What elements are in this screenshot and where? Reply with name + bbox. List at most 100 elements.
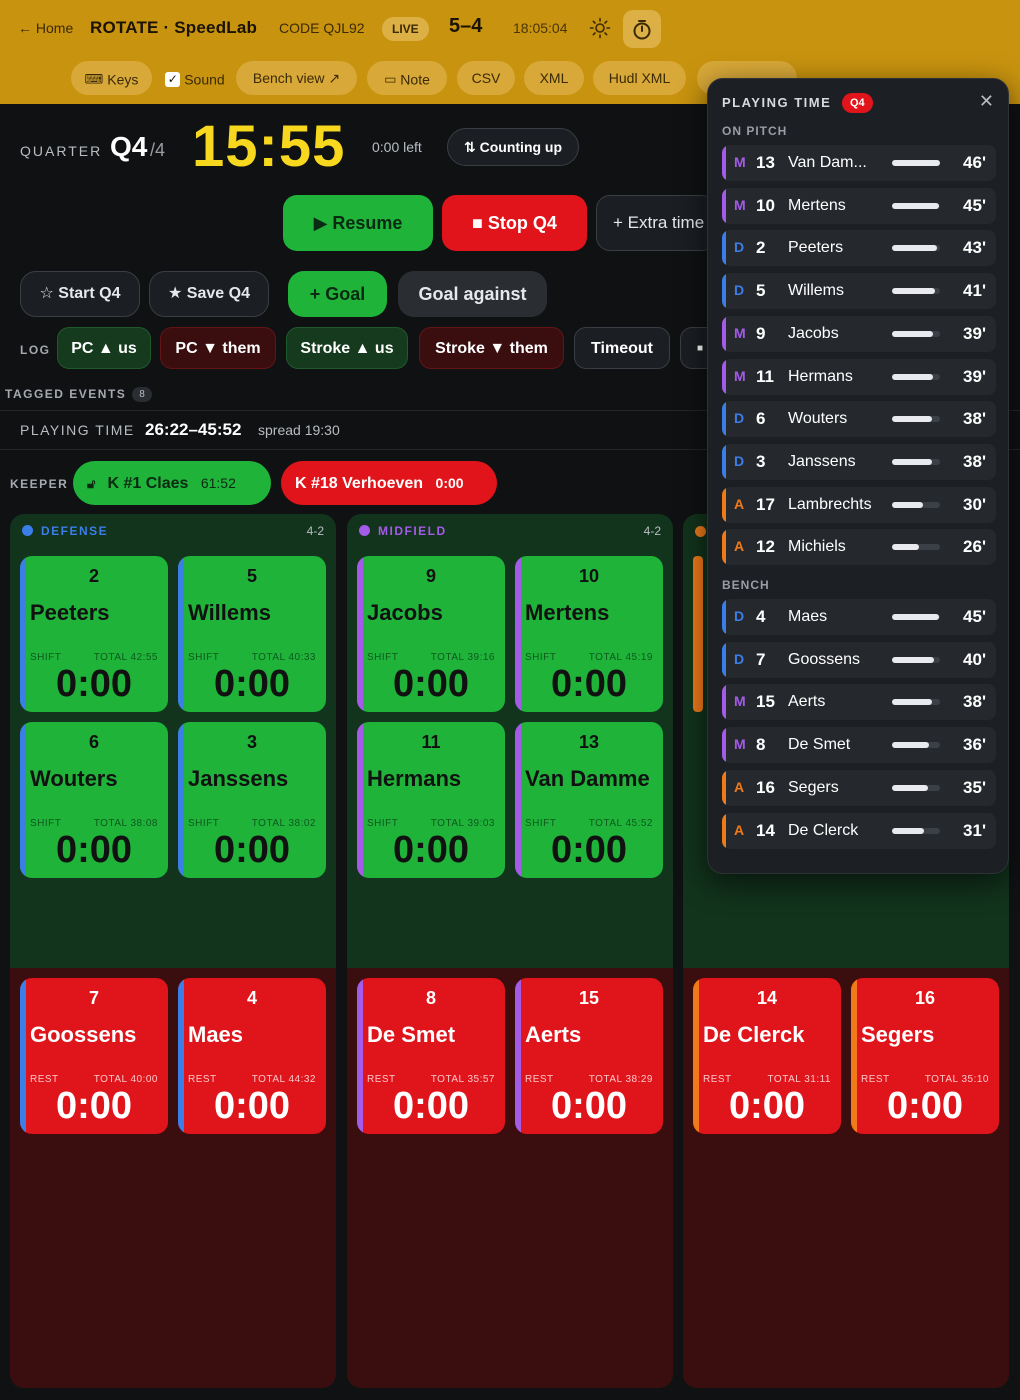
keeper-active-time: 61:52: [200, 475, 236, 491]
goal-button[interactable]: + Goal: [288, 271, 387, 317]
total-time: TOTAL 35:57: [430, 1074, 495, 1085]
note-button[interactable]: ▭ Note: [367, 61, 447, 95]
keys-button[interactable]: ⌨ Keys: [71, 61, 152, 95]
panel-title: MIDFIELD: [359, 524, 447, 538]
playing-time-row[interactable]: D 7 Goossens 40': [722, 641, 996, 678]
position-stripe: [722, 401, 726, 438]
extra-time-button[interactable]: + Extra time: [596, 195, 716, 251]
playing-time-row[interactable]: M 11 Hermans 39': [722, 358, 996, 395]
total-time: TOTAL 38:02: [251, 818, 316, 829]
hudl-xml-button[interactable]: Hudl XML: [593, 61, 686, 95]
position-code: D: [734, 239, 745, 256]
bench-player-card[interactable]: 15 Aerts REST TOTAL 38:29 0:00: [515, 978, 663, 1134]
on-pitch-player-card[interactable]: 3 Janssens SHIFT TOTAL 38:02 0:00: [178, 722, 326, 878]
bench-player-card[interactable]: 7 Goossens REST TOTAL 40:00 0:00: [20, 978, 168, 1134]
playing-time-bar-fill: [892, 742, 929, 749]
playing-time-row[interactable]: M 15 Aerts 38': [722, 684, 996, 721]
close-icon[interactable]: ✕: [979, 91, 994, 112]
position-code: D: [734, 282, 745, 299]
player-name: De Clerck: [703, 1022, 805, 1047]
playing-time-row[interactable]: D 4 Maes 45': [722, 599, 996, 635]
playing-time-row[interactable]: D 6 Wouters 38': [722, 401, 996, 438]
save-quarter-button[interactable]: ★ Save Q4: [149, 271, 269, 317]
bench-player-card[interactable]: 8 De Smet REST TOTAL 35:57 0:00: [357, 978, 505, 1134]
keeper-active-chip[interactable]: 🔓︎ K #1 Claes 61:52: [73, 461, 271, 505]
log-stroke-them-button[interactable]: Stroke ▼ them: [419, 327, 564, 369]
log-pc-us-button[interactable]: PC ▲ us: [57, 327, 151, 369]
on-pitch-player-card[interactable]: 6 Wouters SHIFT TOTAL 38:08 0:00: [20, 722, 168, 878]
player-name: Willems: [788, 282, 844, 300]
log-stroke-us-button[interactable]: Stroke ▲ us: [286, 327, 408, 369]
counting-up-toggle[interactable]: ⇅ Counting up: [447, 128, 580, 166]
shift-label: SHIFT: [188, 652, 220, 663]
playing-time-row[interactable]: M 13 Van Dam... 46': [722, 145, 996, 181]
on-pitch-player-card[interactable]: 10 Mertens SHIFT TOTAL 45:19 0:00: [515, 556, 663, 712]
home-link[interactable]: ← Home: [18, 20, 73, 36]
stop-quarter-button[interactable]: ■ Stop Q4: [442, 195, 587, 251]
playing-time-row[interactable]: A 12 Michiels 26': [722, 529, 996, 566]
on-pitch-player-card[interactable]: 9 Jacobs SHIFT TOTAL 39:16 0:00: [357, 556, 505, 712]
playing-time-bar: [892, 330, 940, 337]
keeper-bench-name: K #18 Verhoeven: [295, 475, 424, 492]
on-pitch-player-card[interactable]: 11 Hermans SHIFT TOTAL 39:03 0:00: [357, 722, 505, 878]
resume-button[interactable]: ▶ Resume: [283, 195, 433, 251]
player-number: 11: [756, 366, 774, 386]
playing-time-row[interactable]: M 9 Jacobs 39': [722, 315, 996, 352]
bench-player-card[interactable]: 16 Segers REST TOTAL 35:10 0:00: [851, 978, 999, 1134]
on-pitch-player-card[interactable]: 2 Peeters SHIFT TOTAL 42:55 0:00: [20, 556, 168, 712]
on-pitch-player-card[interactable]: 5 Willems SHIFT TOTAL 40:33 0:00: [178, 556, 326, 712]
playing-time-bar-fill: [892, 416, 932, 423]
shift-timer: 0:00: [550, 1085, 628, 1127]
keeper-bench-time: 0:00: [435, 475, 464, 491]
position-code: M: [734, 367, 746, 384]
playing-time-row[interactable]: A 17 Lambrechts 30': [722, 486, 996, 523]
playing-time-row[interactable]: M 8 De Smet 36': [722, 727, 996, 764]
position-code: D: [734, 650, 745, 667]
position-stripe: [722, 641, 726, 678]
bench-player-card[interactable]: 14 De Clerck REST TOTAL 31:11 0:00: [693, 978, 841, 1134]
start-quarter-button[interactable]: ☆ Start Q4: [20, 271, 140, 317]
player-name: Goossens: [788, 650, 861, 668]
sound-toggle[interactable]: ✓ Sound: [160, 61, 230, 95]
player-name: Jacobs: [367, 600, 443, 625]
stopwatch-button[interactable]: [623, 10, 661, 48]
theme-sun-icon[interactable]: [589, 17, 611, 39]
csv-button[interactable]: CSV: [457, 61, 515, 95]
goal-against-button[interactable]: Goal against: [398, 271, 547, 317]
position-code: M: [734, 736, 746, 753]
bench-player-card[interactable]: 4 Maes REST TOTAL 44:32 0:00: [178, 978, 326, 1134]
playing-time-bar: [892, 288, 940, 295]
playing-time-bar-fill: [892, 501, 923, 508]
playing-time-bar: [892, 742, 940, 749]
lock-icon: 🔓︎: [87, 476, 96, 491]
playing-time-bar-fill: [892, 288, 935, 295]
minutes-played: 43': [963, 238, 986, 258]
quarter-total: /4: [150, 140, 166, 160]
sound-checkbox[interactable]: ✓: [165, 71, 181, 87]
player-number: 16: [914, 988, 936, 1008]
bench-view-button[interactable]: Bench view ↗: [236, 61, 357, 95]
playing-time-row[interactable]: M 10 Mertens 45': [722, 187, 996, 224]
player-number: 6: [88, 732, 99, 752]
log-pc-them-button[interactable]: PC ▼ them: [160, 327, 276, 369]
xml-button[interactable]: XML: [524, 61, 584, 95]
playing-time-row[interactable]: A 16 Segers 35': [722, 769, 996, 806]
minutes-played: 45': [963, 607, 986, 626]
quarter-label: QUARTER: [20, 143, 103, 159]
player-number: 3: [756, 451, 766, 471]
on-pitch-player-card[interactable]: 13 Van Damme SHIFT TOTAL 45:52 0:00: [515, 722, 663, 878]
position-code: M: [734, 324, 746, 341]
minutes-played: 40': [963, 649, 986, 669]
playing-time-bar: [892, 501, 940, 508]
playing-time-row[interactable]: D 3 Janssens 38': [722, 443, 996, 480]
log-timeout-button[interactable]: Timeout: [574, 327, 670, 369]
on-pitch-label: ON PITCH: [722, 124, 788, 138]
shift-label: SHIFT: [188, 818, 220, 829]
playing-time-row[interactable]: A 14 De Clerck 31': [722, 812, 996, 849]
keeper-bench-chip[interactable]: K #18 Verhoeven 0:00: [281, 461, 497, 505]
playing-time-row[interactable]: D 5 Willems 41': [722, 273, 996, 310]
shift-timer: 0:00: [392, 1085, 470, 1127]
playing-time-row[interactable]: D 2 Peeters 43': [722, 230, 996, 267]
player-name: De Smet: [788, 736, 851, 754]
player-number: 9: [425, 566, 436, 586]
